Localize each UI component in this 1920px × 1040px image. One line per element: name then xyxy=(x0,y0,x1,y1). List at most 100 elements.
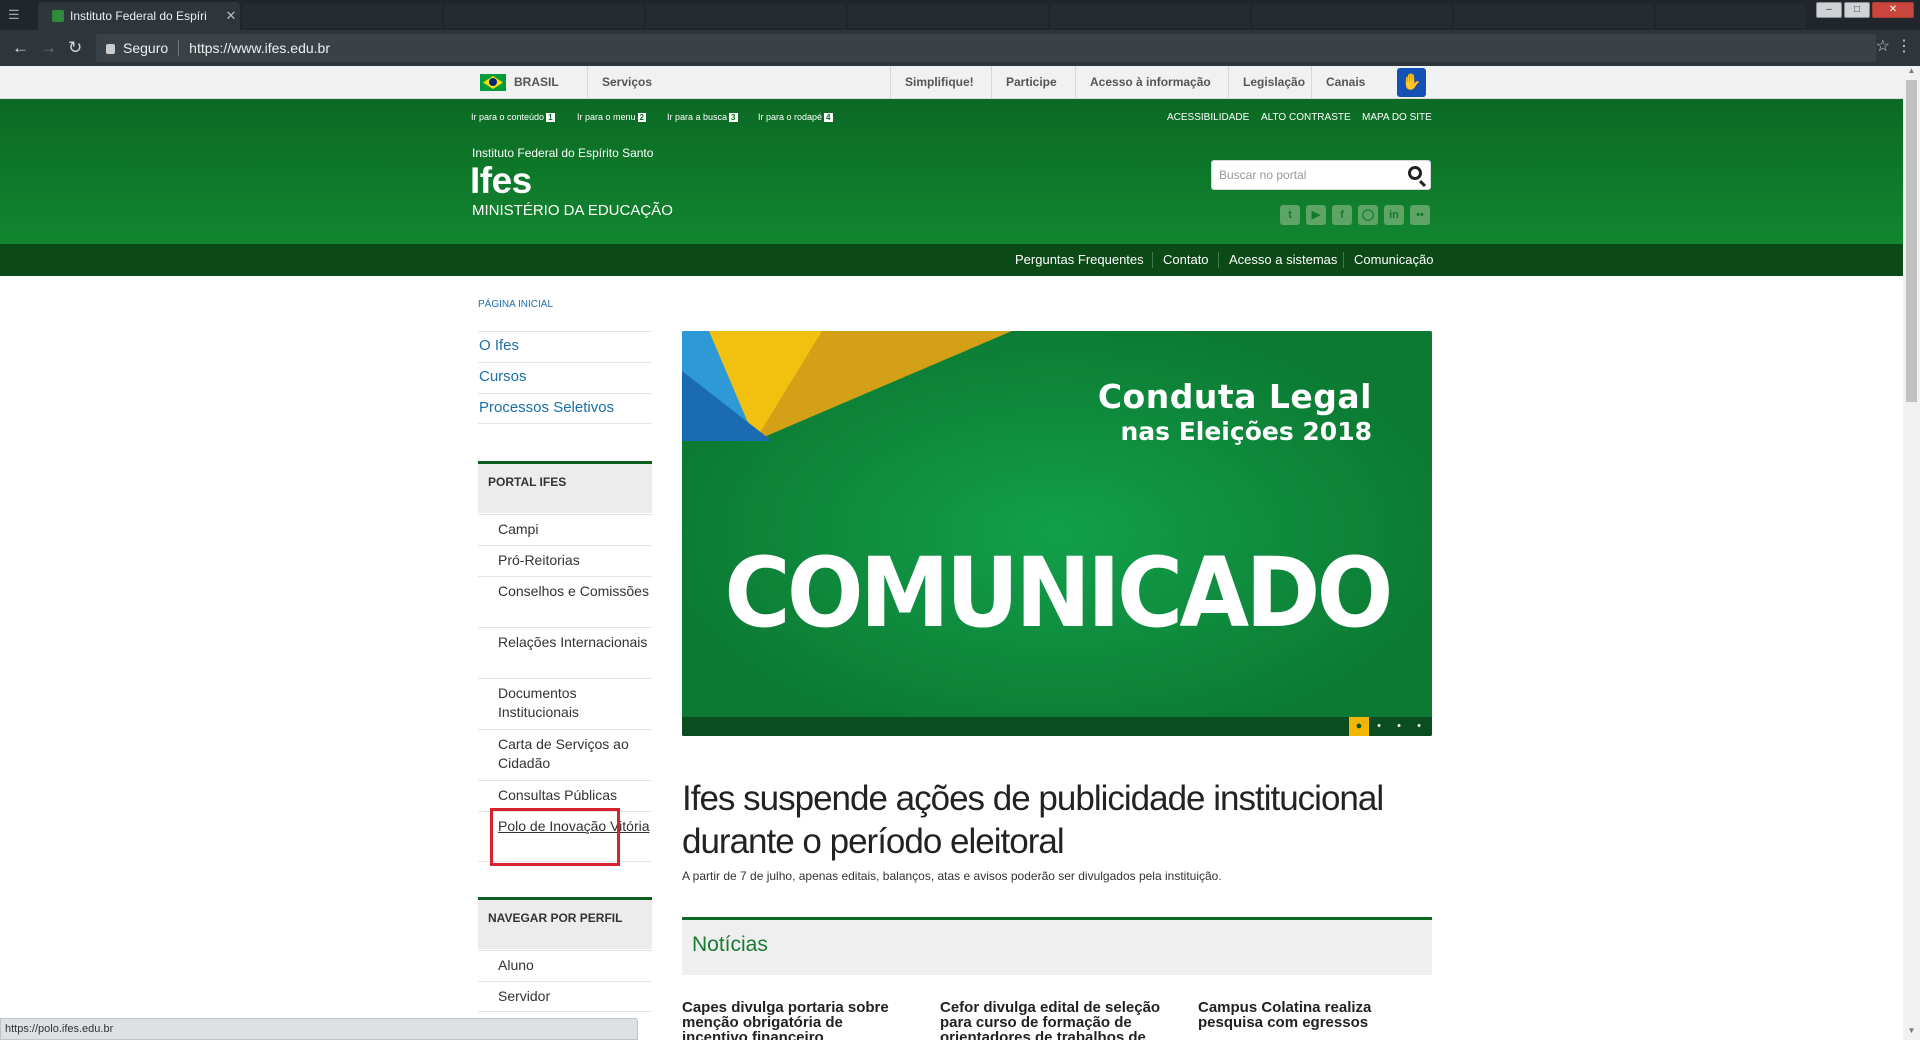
skip-link-search[interactable]: Ir para a busca 3 xyxy=(667,112,738,122)
flickr-icon[interactable]: •• xyxy=(1410,205,1430,225)
security-label: Seguro xyxy=(123,40,169,56)
skip-link-menu[interactable]: Ir para o menu 2 xyxy=(577,112,646,122)
featured-headline[interactable]: Ifes suspende ações de publicidade insti… xyxy=(682,777,1432,863)
news-section-header: Notícias xyxy=(682,917,1432,975)
site-logo-title[interactable]: Ifes xyxy=(470,160,532,202)
url-text: https://www.ifes.edu.br xyxy=(189,40,330,56)
browser-tab-active[interactable]: Instituto Federal do Espíri ✕ xyxy=(38,2,240,30)
news-section-title: Notícias xyxy=(692,933,768,956)
page-scrollbar[interactable]: ▲ ▼ xyxy=(1903,66,1920,1040)
banner-title: Conduta Legal xyxy=(1097,377,1372,416)
sidebar-item-cursos[interactable]: Cursos xyxy=(478,362,652,393)
browser-tab[interactable] xyxy=(444,4,644,28)
browser-tab[interactable] xyxy=(1656,4,1806,28)
scroll-down-icon[interactable]: ▼ xyxy=(1903,1026,1920,1040)
tab-close-icon[interactable]: ✕ xyxy=(222,8,240,24)
accessibility-link[interactable]: ACESSIBILIDADE xyxy=(1167,112,1249,123)
browser-tab[interactable] xyxy=(848,4,1048,28)
vlibras-accessibility-icon[interactable]: ✋ xyxy=(1397,68,1426,97)
gov-acesso-informacao-link[interactable]: Acesso à informação xyxy=(1075,66,1211,99)
address-bar[interactable]: Seguro https://www.ifes.edu.br xyxy=(96,34,1876,62)
sidebar-section-navegar-perfil: NAVEGAR POR PERFIL xyxy=(478,897,652,949)
ministry-name: MINISTÉRIO DA EDUCAÇÃO xyxy=(472,202,673,219)
skip-link-footer[interactable]: Ir para o rodapé 4 xyxy=(758,112,833,122)
sidebar-section-portal-ifes: PORTAL IFES xyxy=(478,461,652,513)
tab-title: Instituto Federal do Espíri xyxy=(70,9,207,23)
highlight-box xyxy=(490,808,620,866)
gov-servicos-link[interactable]: Serviços xyxy=(587,66,652,99)
site-map-link[interactable]: MAPA DO SITE xyxy=(1362,112,1432,123)
sidebar-item-documentos-institucionais[interactable]: Documentos Institucionais xyxy=(478,678,652,729)
nav-contato[interactable]: Contato xyxy=(1163,244,1209,276)
gov-brasil-link[interactable]: BRASIL xyxy=(514,66,559,99)
gov-canais-link[interactable]: Canais xyxy=(1311,66,1365,99)
search-icon[interactable] xyxy=(1408,166,1422,180)
breadcrumb[interactable]: PÁGINA INICIAL xyxy=(478,299,553,310)
close-window-icon[interactable]: ✕ xyxy=(1872,2,1914,18)
link-status-bar: https://polo.ifes.edu.br xyxy=(0,1018,638,1040)
sidebar-item-campi[interactable]: Campi xyxy=(478,514,652,545)
banner-main-text: COMUNICADO xyxy=(724,537,1393,649)
gov-participe-link[interactable]: Participe xyxy=(991,66,1057,99)
page-viewport: BRASIL Serviços Simplifique! Participe A… xyxy=(0,66,1920,1040)
sidebar-item-conselhos[interactable]: Conselhos e Comissões xyxy=(478,576,652,627)
featured-subtitle: A partir de 7 de julho, apenas editais, … xyxy=(682,869,1222,883)
browser-tab[interactable] xyxy=(1454,4,1654,28)
news-item-title[interactable]: Campus Colatina realiza pesquisa com egr… xyxy=(1198,1000,1428,1030)
browser-tab[interactable] xyxy=(1050,4,1250,28)
high-contrast-link[interactable]: ALTO CONTRASTE xyxy=(1261,112,1351,123)
nav-perguntas-frequentes[interactable]: Perguntas Frequentes xyxy=(1015,244,1144,276)
sidebar-item-processos-seletivos[interactable]: Processos Seletivos xyxy=(478,393,652,424)
chrome-menu-icon[interactable]: ⋮ xyxy=(1896,36,1912,56)
bookmark-star-icon[interactable]: ☆ xyxy=(1876,36,1890,56)
scroll-up-icon[interactable]: ▲ xyxy=(1903,66,1920,80)
gov-bar: BRASIL Serviços Simplifique! Participe A… xyxy=(0,66,1903,99)
carousel-dot-4[interactable]: • xyxy=(1409,717,1429,736)
browser-toolbar: ← → ↻ Seguro https://www.ifes.edu.br ☆ ⋮ xyxy=(0,30,1920,66)
chrome-profile-icon[interactable]: ☰ xyxy=(8,7,20,23)
nav-acesso-sistemas[interactable]: Acesso a sistemas xyxy=(1229,244,1337,276)
featured-carousel[interactable]: Conduta Legal nas Eleições 2018 COMUNICA… xyxy=(682,331,1432,736)
sidebar-item-aluno[interactable]: Aluno xyxy=(478,950,652,981)
sidebar-item-carta-servicos[interactable]: Carta de Serviços ao Cidadão xyxy=(478,729,652,780)
carousel-dot-3[interactable]: • xyxy=(1389,717,1409,736)
sidebar-item-pro-reitorias[interactable]: Pró-Reitorias xyxy=(478,545,652,576)
skip-link-content[interactable]: Ir para o conteúdo 1 xyxy=(471,112,555,122)
banner-subtitle: nas Eleições 2018 xyxy=(1120,417,1372,446)
sidebar-item-consultas-publicas[interactable]: Consultas Públicas xyxy=(478,780,652,811)
twitter-icon[interactable]: t xyxy=(1280,205,1300,225)
gov-simplifique-link[interactable]: Simplifique! xyxy=(890,66,974,99)
browser-tabbar: ☰ Instituto Federal do Espíri ✕ – □ ✕ xyxy=(0,0,1920,30)
youtube-icon[interactable]: ▶ xyxy=(1306,205,1326,225)
reload-icon[interactable]: ↻ xyxy=(68,38,82,58)
browser-tab[interactable] xyxy=(242,4,442,28)
browser-tab[interactable] xyxy=(1252,4,1452,28)
linkedin-icon[interactable]: in xyxy=(1384,205,1404,225)
sidebar-item-o-ifes[interactable]: O Ifes xyxy=(478,331,652,362)
sidebar-item-servidor[interactable]: Servidor xyxy=(478,981,652,1012)
back-arrow-icon[interactable]: ← xyxy=(12,38,29,58)
gov-legislacao-link[interactable]: Legislação xyxy=(1228,66,1305,99)
lock-icon xyxy=(106,44,115,54)
sidebar-item-relacoes-internacionais[interactable]: Relações Internacionais xyxy=(478,627,652,678)
carousel-indicators: ● • • • xyxy=(682,717,1432,736)
portal-search xyxy=(1211,160,1431,190)
nav-comunicacao[interactable]: Comunicação xyxy=(1354,244,1434,276)
brazil-flag-icon xyxy=(480,74,506,91)
secondary-nav: Perguntas Frequentes Contato Acesso a si… xyxy=(0,244,1903,276)
browser-tab[interactable] xyxy=(646,4,846,28)
institution-name: Instituto Federal do Espírito Santo xyxy=(472,146,654,160)
forward-arrow-icon[interactable]: → xyxy=(40,38,57,58)
site-header: Ir para o conteúdo 1 Ir para o menu 2 Ir p… xyxy=(0,99,1903,244)
news-item-title[interactable]: Capes divulga portaria sobre menção obri… xyxy=(682,1000,912,1040)
maximize-window-icon[interactable]: □ xyxy=(1844,2,1870,18)
news-item-title[interactable]: Cefor divulga edital de seleção para cur… xyxy=(940,1000,1170,1040)
minimize-window-icon[interactable]: – xyxy=(1816,2,1842,18)
ifes-favicon-icon xyxy=(52,10,64,22)
search-input[interactable] xyxy=(1212,161,1392,189)
carousel-dot-1[interactable]: ● xyxy=(1349,717,1369,736)
carousel-dot-2[interactable]: • xyxy=(1369,717,1389,736)
facebook-icon[interactable]: f xyxy=(1332,205,1352,225)
scroll-thumb[interactable] xyxy=(1906,80,1917,402)
instagram-icon[interactable]: ◯ xyxy=(1358,205,1378,225)
